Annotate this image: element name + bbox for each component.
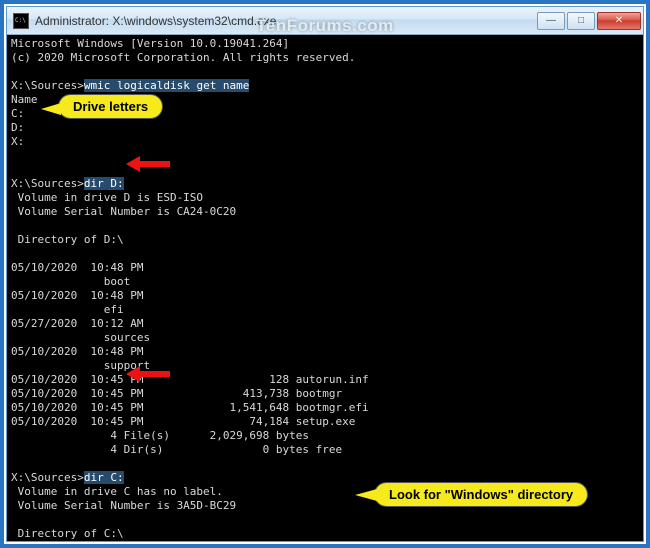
dir-d-dirof: Directory of D:\ [11,233,124,246]
wmic-row-c: C: [11,107,24,120]
callout-look-for-windows: Look for "Windows" directory [374,482,588,507]
dir-d-serial: Volume Serial Number is CA24-0C20 [11,205,236,218]
titlebar[interactable]: Administrator: X:\windows\system32\cmd.e… [7,7,643,35]
dir-d-sum2: 4 Dir(s) 0 bytes free [11,443,342,456]
dir-c-dirof: Directory of C:\ [11,527,124,540]
arrow-icon [126,156,170,172]
callout-windows-text: Look for "Windows" directory [389,487,573,502]
header-line2: (c) 2020 Microsoft Corporation. All righ… [11,51,355,64]
window-title: Administrator: X:\windows\system32\cmd.e… [35,14,535,28]
cmd-window: Administrator: X:\windows\system32\cmd.e… [6,6,644,542]
cmd-dir-c: dir C: [84,471,124,484]
close-button[interactable]: ✕ [597,12,641,30]
header-line1: Microsoft Windows [Version 10.0.19041.26… [11,37,289,50]
callout-tail-icon [41,103,61,115]
arrow-icon [126,366,170,382]
wmic-header: Name [11,93,38,106]
cmd-icon [13,13,29,29]
callout-tail-icon [355,489,377,501]
callout-drive-letters-text: Drive letters [73,99,148,114]
dir-c-vol: Volume in drive C has no label. [11,485,223,498]
dir-d-listing: 05/10/2020 10:48 PM boot 05/10/2020 10:4… [11,261,639,429]
wmic-row-x: X: [11,135,24,148]
prompt-1: X:\Sources> [11,79,84,92]
wmic-row-d: D: [11,121,24,134]
callout-drive-letters: Drive letters [58,94,163,119]
dir-d-sum1: 4 File(s) 2,029,698 bytes [11,429,309,442]
maximize-button[interactable]: □ [567,12,595,30]
dir-d-vol: Volume in drive D is ESD-ISO [11,191,203,204]
prompt-3: X:\Sources> [11,471,84,484]
minimize-button[interactable]: — [537,12,565,30]
cmd-dir-d: dir D: [84,177,124,190]
cmd-wmic: wmic logicaldisk get name [84,79,250,92]
prompt-2: X:\Sources> [11,177,84,190]
dir-c-serial: Volume Serial Number is 3A5D-BC29 [11,499,236,512]
